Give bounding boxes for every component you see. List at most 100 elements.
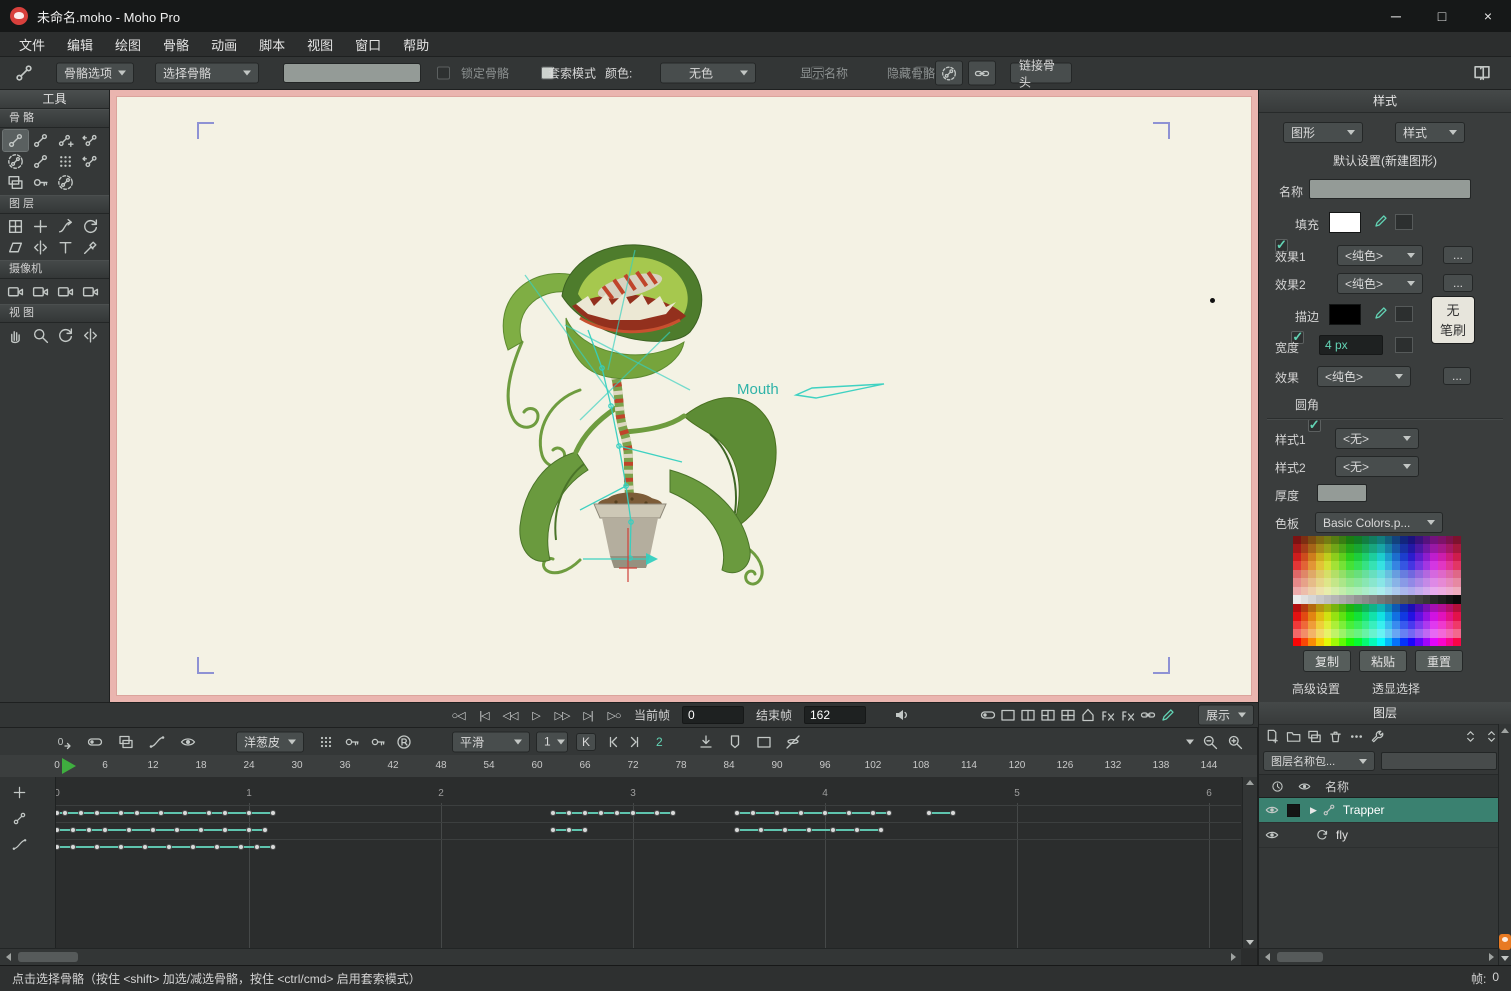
scroll-thumb[interactable]: [1277, 952, 1323, 962]
palette-swatch[interactable]: [1331, 578, 1339, 586]
edit-quality-icon[interactable]: [1160, 707, 1176, 723]
keyframe-dot[interactable]: [734, 810, 740, 816]
palette-swatch[interactable]: [1346, 604, 1354, 612]
palette-swatch[interactable]: [1408, 536, 1416, 544]
palette-swatch[interactable]: [1385, 536, 1393, 544]
palette-swatch[interactable]: [1316, 570, 1324, 578]
keyframe-dot[interactable]: [878, 827, 884, 833]
palette-swatch[interactable]: [1301, 595, 1309, 603]
new-layer-icon[interactable]: [1265, 729, 1280, 744]
keyframe-dot[interactable]: [550, 827, 556, 833]
palette-swatch[interactable]: [1293, 578, 1301, 586]
fx-preview-icon[interactable]: [1100, 707, 1116, 723]
palette-swatch[interactable]: [1385, 570, 1393, 578]
palette-swatch[interactable]: [1346, 553, 1354, 561]
keyframe-dot[interactable]: [854, 827, 860, 833]
palette-swatch[interactable]: [1316, 604, 1324, 612]
palette-swatch[interactable]: [1408, 587, 1416, 595]
palette-swatch[interactable]: [1316, 587, 1324, 595]
palette-swatch[interactable]: [1423, 587, 1431, 595]
palette-swatch[interactable]: [1339, 604, 1347, 612]
keyframe-dot[interactable]: [78, 810, 84, 816]
palette-swatch[interactable]: [1385, 638, 1393, 646]
palette-swatch[interactable]: [1377, 570, 1385, 578]
palette-swatch[interactable]: [1385, 604, 1393, 612]
palette-swatch[interactable]: [1392, 536, 1400, 544]
palette-swatch[interactable]: [1415, 604, 1423, 612]
palette-swatch[interactable]: [1308, 638, 1316, 646]
palette-swatch[interactable]: [1400, 561, 1408, 569]
palette-swatch[interactable]: [1316, 544, 1324, 552]
menu-item-编辑[interactable]: 编辑: [56, 35, 104, 54]
palette-swatch[interactable]: [1438, 561, 1446, 569]
palette-swatch[interactable]: [1377, 595, 1385, 603]
keyframe-span[interactable]: [737, 812, 889, 814]
keyframe-dot[interactable]: [158, 810, 164, 816]
bone-name-input[interactable]: [283, 63, 421, 83]
palette-swatch[interactable]: [1408, 638, 1416, 646]
palette-swatch[interactable]: [1423, 553, 1431, 561]
palette-swatch[interactable]: [1362, 595, 1370, 603]
palette-swatch[interactable]: [1362, 536, 1370, 544]
stroke-extra-box[interactable]: [1395, 306, 1413, 322]
palette-swatch[interactable]: [1438, 612, 1446, 620]
keyframe-dot[interactable]: [190, 844, 196, 850]
timeline-hscrollbar[interactable]: [0, 948, 1241, 965]
style-mode-dropdown[interactable]: 样式: [1395, 122, 1465, 143]
stroke-color-swatch[interactable]: [1329, 304, 1361, 325]
palette-swatch[interactable]: [1301, 587, 1309, 595]
palette-swatch[interactable]: [1430, 536, 1438, 544]
help-book-icon[interactable]: [1472, 63, 1492, 83]
palette-swatch[interactable]: [1346, 561, 1354, 569]
palette-swatch[interactable]: [1301, 553, 1309, 561]
palette-swatch[interactable]: [1362, 621, 1370, 629]
visibility-eye-icon[interactable]: [180, 734, 196, 750]
palette-swatch[interactable]: [1339, 612, 1347, 620]
palette-swatch[interactable]: [1408, 629, 1416, 637]
palette-swatch[interactable]: [1453, 621, 1461, 629]
palette-swatch[interactable]: [1392, 587, 1400, 595]
palette-swatch[interactable]: [1408, 561, 1416, 569]
palette-swatch[interactable]: [1423, 536, 1431, 544]
menu-item-脚本[interactable]: 脚本: [248, 35, 296, 54]
palette-swatch[interactable]: [1400, 587, 1408, 595]
lasso-disabled-icon[interactable]: [785, 734, 801, 750]
scroll-left-icon[interactable]: [1259, 949, 1275, 965]
jump-start-button[interactable]: |◁: [472, 705, 496, 725]
palette-swatch[interactable]: [1308, 612, 1316, 620]
scroll-right-icon[interactable]: [1483, 949, 1499, 965]
frame-capture-icon[interactable]: [756, 734, 772, 750]
palette-swatch[interactable]: [1415, 629, 1423, 637]
layer-filter-dropdown[interactable]: 图层名称包...: [1263, 751, 1375, 771]
keyframe-dot[interactable]: [774, 810, 780, 816]
palette-swatch[interactable]: [1453, 553, 1461, 561]
palette-swatch[interactable]: [1377, 612, 1385, 620]
keyframe-dot[interactable]: [198, 827, 204, 833]
keyframe-dot[interactable]: [262, 827, 268, 833]
palette-swatch[interactable]: [1446, 578, 1454, 586]
palette-swatch[interactable]: [1430, 595, 1438, 603]
palette-swatch[interactable]: [1438, 553, 1446, 561]
palette-swatch[interactable]: [1400, 595, 1408, 603]
palette-swatch[interactable]: [1453, 638, 1461, 646]
fill-extra-box[interactable]: [1395, 214, 1413, 230]
palette-swatch[interactable]: [1339, 587, 1347, 595]
keyframe-dot[interactable]: [118, 810, 124, 816]
palette-swatch[interactable]: [1415, 544, 1423, 552]
palette-swatch[interactable]: [1415, 587, 1423, 595]
scroll-up-icon[interactable]: [1501, 728, 1509, 733]
tool-bone-constraints[interactable]: [28, 172, 53, 193]
keyframe-dot[interactable]: [70, 827, 76, 833]
keyframe-dot[interactable]: [222, 810, 228, 816]
timeline-vscrollbar[interactable]: [1242, 777, 1257, 948]
palette-swatch[interactable]: [1415, 612, 1423, 620]
select-bone-dropdown[interactable]: 选择骨骼: [155, 63, 259, 84]
palette-swatch[interactable]: [1385, 612, 1393, 620]
palette-swatch[interactable]: [1430, 621, 1438, 629]
palette-swatch[interactable]: [1339, 578, 1347, 586]
palette-swatch[interactable]: [1446, 553, 1454, 561]
palette-swatch[interactable]: [1438, 595, 1446, 603]
effect1-dropdown[interactable]: <纯色>: [1337, 245, 1423, 266]
palette-swatch[interactable]: [1324, 587, 1332, 595]
scroll-right-icon[interactable]: [1225, 949, 1241, 965]
